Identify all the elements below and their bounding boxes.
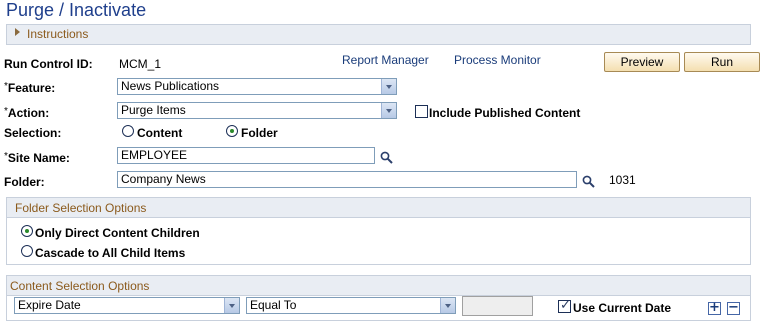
folder-id: 1031 [609, 173, 636, 187]
action-label: *Action: [4, 106, 49, 120]
use-current-date-label: Use Current Date [573, 301, 672, 315]
selection-content-label: Content [137, 126, 183, 140]
remove-row-button[interactable]: − [727, 301, 740, 315]
selection-folder-radio[interactable] [226, 125, 238, 137]
process-monitor-link[interactable]: Process Monitor [454, 53, 541, 67]
chevron-down-icon[interactable] [381, 79, 396, 94]
feature-select-value: News Publications [121, 79, 220, 93]
action-label-text: Action: [7, 106, 50, 120]
run-control-label: Run Control ID: [4, 57, 93, 71]
chevron-down-icon[interactable] [381, 103, 396, 118]
cascade-child-items-radio[interactable] [21, 245, 33, 257]
content-operator-select[interactable]: Equal To [246, 297, 456, 314]
chevron-down-icon[interactable] [224, 298, 239, 313]
report-manager-link[interactable]: Report Manager [342, 53, 429, 67]
run-button[interactable]: Run [684, 52, 760, 72]
instructions-link[interactable]: Instructions [27, 27, 88, 41]
feature-label-text: Feature: [7, 81, 56, 95]
content-field-select[interactable]: Expire Date [14, 297, 240, 314]
page-title: Purge / Inactivate [6, 0, 147, 20]
content-value-input[interactable] [462, 296, 533, 316]
content-field-value: Expire Date [18, 298, 81, 312]
content-selection-title: Content Selection Options [10, 279, 150, 293]
magnifier-icon[interactable] [380, 151, 393, 164]
use-current-date-checkbox[interactable] [558, 298, 571, 313]
folder-input[interactable]: Company News [117, 171, 577, 188]
preview-button[interactable]: Preview [604, 52, 680, 72]
site-name-label-text: Site Name: [7, 151, 70, 165]
content-operator-value: Equal To [250, 298, 297, 312]
only-direct-children-label: Only Direct Content Children [35, 226, 200, 240]
folder-label: Folder: [4, 175, 45, 189]
include-published-label: Include Published Content [429, 106, 581, 120]
feature-select[interactable]: News Publications [117, 78, 397, 95]
site-name-label: *Site Name: [4, 151, 70, 165]
selection-label: Selection: [4, 126, 62, 140]
selection-content-radio[interactable] [122, 125, 134, 137]
include-published-checkbox[interactable] [415, 105, 428, 118]
feature-label: *Feature: [4, 81, 55, 95]
cascade-child-items-label: Cascade to All Child Items [35, 246, 186, 260]
add-row-button[interactable]: + [708, 301, 721, 315]
action-select[interactable]: Purge Items [117, 102, 397, 119]
folder-selection-title: Folder Selection Options [15, 201, 147, 215]
instructions-bar[interactable] [6, 24, 751, 45]
chevron-down-icon[interactable] [440, 298, 455, 313]
selection-folder-label: Folder [241, 126, 278, 140]
action-select-value: Purge Items [121, 103, 186, 117]
run-control-value: MCM_1 [119, 57, 162, 71]
only-direct-children-radio[interactable] [21, 225, 33, 237]
magnifier-icon[interactable] [582, 175, 595, 188]
triangle-right-icon[interactable] [15, 28, 20, 36]
site-name-input[interactable]: EMPLOYEE [117, 147, 375, 164]
